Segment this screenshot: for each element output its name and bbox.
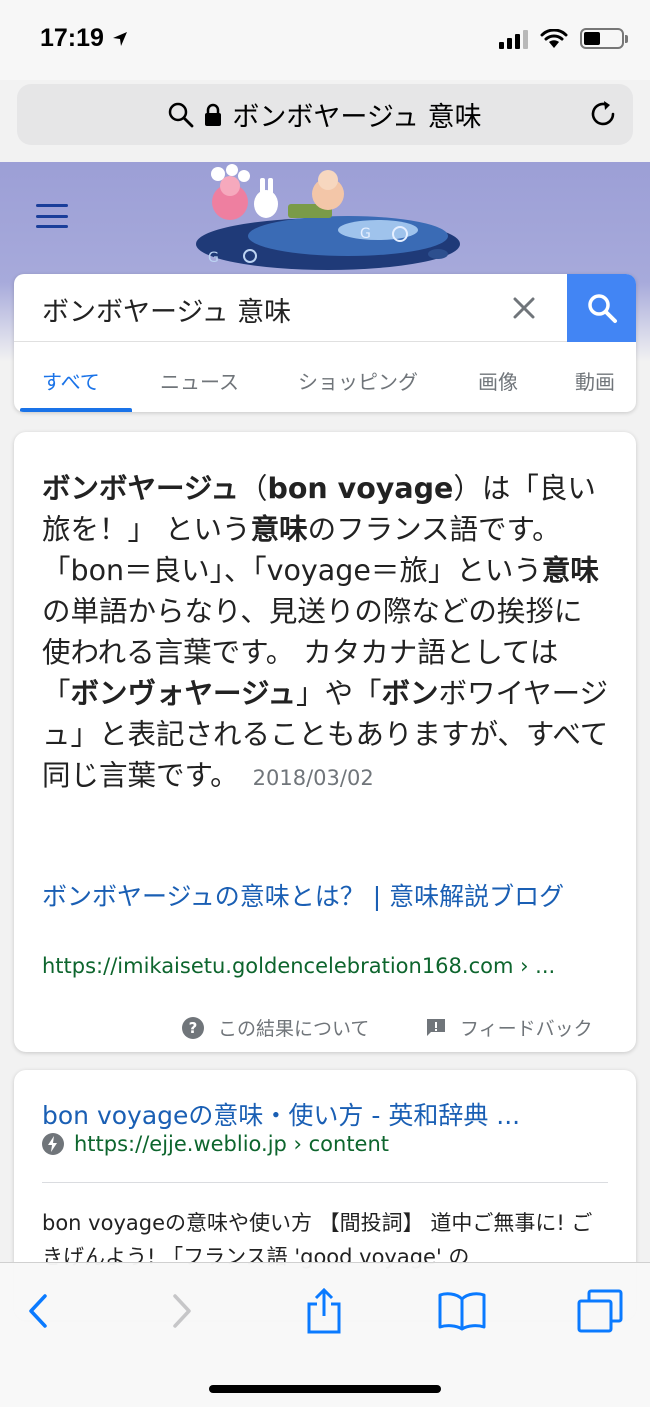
status-indicators — [499, 28, 628, 49]
snippet-highlight: ボンヴォヤージュ — [70, 677, 296, 710]
battery-icon — [580, 28, 628, 49]
feedback-label: フィードバック — [460, 1018, 593, 1040]
cellular-signal-icon — [499, 29, 528, 49]
bookmarks-icon — [438, 1292, 486, 1331]
search-icon — [587, 294, 617, 323]
active-tab-indicator — [20, 408, 132, 412]
snippet-highlight: bon voyage — [267, 472, 454, 505]
share-icon — [307, 1288, 341, 1334]
snippet-highlight: ボン — [381, 677, 439, 710]
tab-news[interactable]: ニュース — [160, 366, 239, 395]
result-url-row[interactable]: https://ejje.weblio.jp › content — [42, 1132, 389, 1156]
feedback-button[interactable]: フィードバック — [426, 1014, 593, 1041]
forward-button[interactable] — [158, 1287, 206, 1335]
feedback-icon — [427, 1018, 445, 1036]
time-text: 17:19 — [40, 24, 104, 52]
address-bar[interactable]: ボンボヤージュ 意味 — [17, 84, 633, 145]
divider — [42, 1182, 608, 1183]
menu-icon[interactable] — [36, 204, 68, 228]
snippet-highlight: 意味 — [250, 513, 308, 546]
reload-button[interactable] — [587, 98, 619, 130]
bookmarks-button[interactable] — [438, 1287, 486, 1335]
about-this-result-label: この結果について — [218, 1018, 370, 1040]
close-icon — [513, 297, 535, 319]
svg-text:G: G — [208, 250, 219, 266]
snippet-body: ボンボヤージュ（bon voyage）は「良い旅を！」 という意味のフランス語で… — [42, 472, 608, 792]
search-tabs: すべて ニュース ショッピング 画像 動画 — [14, 342, 636, 412]
search-button[interactable] — [567, 274, 636, 342]
featured-snippet-text: ボンボヤージュ（bon voyage）は「良い旅を！」 という意味のフランス語で… — [42, 468, 610, 799]
snippet-footer: ? この結果について フィードバック — [14, 1010, 636, 1046]
tabs-icon — [577, 1289, 623, 1333]
tab-images[interactable]: 画像 — [478, 366, 518, 395]
forward-icon — [173, 1294, 191, 1328]
tab-videos[interactable]: 動画 — [575, 366, 615, 395]
result-url: https://ejje.weblio.jp › content — [74, 1132, 390, 1156]
snippet-segment: （ — [238, 472, 268, 505]
svg-text:G: G — [360, 226, 371, 242]
location-arrow-icon — [112, 31, 127, 46]
tab-all[interactable]: すべて — [42, 366, 100, 395]
search-icon — [169, 102, 194, 127]
about-this-result-button[interactable]: ? この結果について — [182, 1014, 369, 1041]
share-button[interactable] — [300, 1287, 348, 1335]
back-button[interactable] — [14, 1287, 62, 1335]
status-bar: 17:19 — [0, 0, 650, 80]
featured-result-url[interactable]: https://imikaisetu.goldencelebration168.… — [42, 954, 555, 978]
search-box-card: ボンボヤージュ 意味 すべて ニュース ショッピング 画像 動画 — [14, 274, 636, 412]
snippet-date: 2018/03/02 — [252, 766, 374, 790]
search-input[interactable]: ボンボヤージュ 意味 — [42, 290, 291, 329]
help-icon: ? — [182, 1016, 204, 1039]
snippet-highlight: 意味 — [541, 554, 599, 587]
result-title-link[interactable]: bon voyageの意味・使い方 - 英和辞典 ... — [42, 1096, 520, 1132]
safari-toolbar — [0, 1262, 650, 1407]
tab-shopping[interactable]: ショッピング — [298, 366, 418, 395]
status-time: 17:19 — [40, 24, 128, 53]
snippet-segment: 」や「 — [295, 677, 382, 710]
reload-icon — [591, 101, 615, 126]
search-row: ボンボヤージュ 意味 — [14, 274, 636, 342]
google-doodle-image[interactable]: G G — [188, 164, 462, 270]
amp-bolt-icon — [42, 1133, 64, 1155]
snippet-highlight: ボンボヤージュ — [42, 472, 239, 505]
home-indicator — [209, 1385, 441, 1393]
svg-text:?: ? — [189, 1019, 198, 1037]
address-text-group: ボンボヤージュ 意味 — [168, 95, 482, 134]
address-text: ボンボヤージュ 意味 — [232, 102, 482, 133]
clear-search-button[interactable] — [508, 292, 540, 324]
lock-icon — [205, 103, 222, 126]
tabs-button[interactable] — [576, 1287, 624, 1335]
wifi-icon — [540, 28, 568, 48]
featured-snippet-card: ボンボヤージュ（bon voyage）は「良い旅を！」 という意味のフランス語で… — [14, 432, 636, 1052]
featured-result-title-link[interactable]: ボンボヤージュの意味とは？ | 意味解説ブログ — [42, 878, 610, 915]
back-icon — [29, 1294, 47, 1328]
